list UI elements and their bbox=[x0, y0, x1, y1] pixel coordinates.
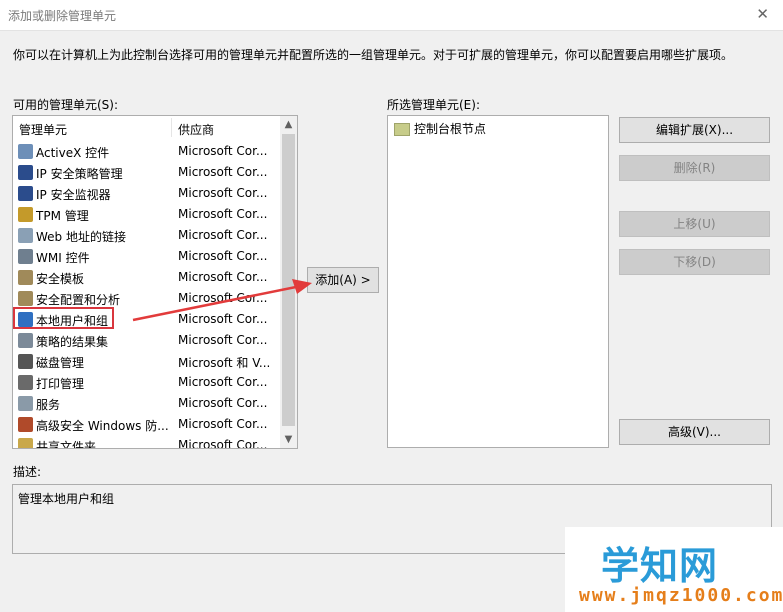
table-row[interactable]: 共享文件夹 Microsoft Cor... bbox=[13, 435, 280, 449]
snapin-vendor: Microsoft Cor... bbox=[178, 144, 268, 158]
advanced-button[interactable]: 高级(V)... bbox=[619, 419, 770, 445]
wmi-icon bbox=[18, 249, 33, 264]
ip-security-policy-icon bbox=[18, 165, 33, 180]
table-row[interactable]: 服务 Microsoft Cor... bbox=[13, 393, 280, 414]
table-row[interactable]: 磁盘管理 Microsoft 和 V... bbox=[13, 351, 280, 372]
snapin-name: IP 安全监视器 bbox=[36, 188, 111, 202]
snapin-vendor: Microsoft Cor... bbox=[178, 249, 268, 263]
snapin-vendor: Microsoft Cor... bbox=[178, 396, 268, 410]
list-rows: ActiveX 控件 Microsoft Cor... IP 安全策略管理 Micro… bbox=[13, 141, 280, 449]
snapin-vendor: Microsoft Cor... bbox=[178, 270, 268, 284]
printer-icon bbox=[18, 375, 33, 390]
table-row[interactable]: IP 安全监视器 Microsoft Cor... bbox=[13, 183, 280, 204]
snapin-name: 高级安全 Windows 防... bbox=[36, 419, 169, 433]
close-icon[interactable]: ✕ bbox=[756, 5, 769, 23]
snapin-name: Web 地址的链接 bbox=[36, 230, 126, 244]
snapin-name: WMI 控件 bbox=[36, 251, 90, 265]
snapin-vendor: Microsoft 和 V... bbox=[178, 356, 271, 370]
snapin-name: 安全配置和分析 bbox=[36, 293, 121, 307]
table-row[interactable]: 策略的结果集 Microsoft Cor... bbox=[13, 330, 280, 351]
title-bar: 添加或删除管理单元 ✕ bbox=[0, 0, 783, 31]
disk-icon bbox=[18, 354, 33, 369]
column-separator[interactable] bbox=[171, 118, 172, 137]
window-title: 添加或删除管理单元 bbox=[8, 9, 117, 23]
intro-text: 你可以在计算机上为此控制台选择可用的管理单元并配置所选的一组管理单元。对于可扩展… bbox=[13, 48, 734, 62]
table-row[interactable]: 高级安全 Windows 防... Microsoft Cor... bbox=[13, 414, 280, 435]
snapin-vendor: Microsoft Cor... bbox=[178, 291, 268, 305]
snapin-name: 打印管理 bbox=[36, 377, 85, 391]
annotation-highlight-box bbox=[13, 307, 114, 329]
scroll-thumb[interactable] bbox=[282, 134, 295, 426]
table-row[interactable]: TPM 管理 Microsoft Cor... bbox=[13, 204, 280, 225]
snapin-name: 策略的结果集 bbox=[36, 335, 109, 349]
snapin-vendor: Microsoft Cor... bbox=[178, 438, 268, 449]
firewall-icon bbox=[18, 417, 33, 432]
folder-icon bbox=[394, 123, 410, 136]
snapin-name: 服务 bbox=[36, 398, 61, 412]
snapin-vendor: Microsoft Cor... bbox=[178, 228, 268, 242]
column-header-vendor[interactable]: 供应商 bbox=[178, 121, 214, 138]
ip-security-monitor-icon bbox=[18, 186, 33, 201]
watermark-text: 学知网 bbox=[601, 544, 719, 588]
security-template-icon bbox=[18, 270, 33, 285]
security-config-icon bbox=[18, 291, 33, 306]
available-snapins-list[interactable]: 管理单元 供应商 ActiveX 控件 Microsoft Cor... IP 安全… bbox=[12, 115, 298, 449]
rsop-icon bbox=[18, 333, 33, 348]
scroll-down-icon[interactable]: ▼ bbox=[280, 431, 297, 448]
table-row[interactable]: 打印管理 Microsoft Cor... bbox=[13, 372, 280, 393]
table-row[interactable]: IP 安全策略管理 Microsoft Cor... bbox=[13, 162, 280, 183]
snapin-vendor: Microsoft Cor... bbox=[178, 417, 268, 431]
table-row[interactable]: 安全模板 Microsoft Cor... bbox=[13, 267, 280, 288]
move-up-button[interactable]: 上移(U) bbox=[619, 211, 770, 237]
add-button[interactable]: 添加(A) > bbox=[307, 267, 379, 293]
selected-snapins-list[interactable]: 控制台根节点 bbox=[387, 115, 609, 448]
snapin-vendor: Microsoft Cor... bbox=[178, 312, 268, 326]
snapin-name: TPM 管理 bbox=[36, 209, 89, 223]
snapin-vendor: Microsoft Cor... bbox=[178, 333, 268, 347]
description-label: 描述: bbox=[13, 465, 42, 479]
list-header: 管理单元 供应商 bbox=[13, 116, 280, 139]
snapin-name: ActiveX 控件 bbox=[36, 146, 110, 160]
scroll-up-icon[interactable]: ▲ bbox=[280, 116, 297, 133]
table-row[interactable]: Web 地址的链接 Microsoft Cor... bbox=[13, 225, 280, 246]
table-row[interactable]: ActiveX 控件 Microsoft Cor... bbox=[13, 141, 280, 162]
snapin-name: 安全模板 bbox=[36, 272, 85, 286]
tpm-icon bbox=[18, 207, 33, 222]
snapin-vendor: Microsoft Cor... bbox=[178, 186, 268, 200]
list-scrollbar[interactable]: ▲ ▼ bbox=[280, 116, 297, 448]
snapin-vendor: Microsoft Cor... bbox=[178, 375, 268, 389]
console-root-label: 控制台根节点 bbox=[414, 122, 487, 136]
web-link-icon bbox=[18, 228, 33, 243]
services-icon bbox=[18, 396, 33, 411]
column-header-name[interactable]: 管理单元 bbox=[19, 121, 67, 138]
description-text: 管理本地用户和组 bbox=[18, 492, 115, 506]
watermark-url: www.jmqz1000.com bbox=[579, 585, 783, 606]
list-item[interactable]: 控制台根节点 bbox=[394, 120, 486, 137]
remove-button[interactable]: 删除(R) bbox=[619, 155, 770, 181]
watermark-logo: 学知网 www.jmqz1000.com bbox=[565, 527, 783, 612]
available-snapins-label: 可用的管理单元(S): bbox=[13, 98, 119, 112]
snapin-vendor: Microsoft Cor... bbox=[178, 165, 268, 179]
activex-icon bbox=[18, 144, 33, 159]
shared-folder-icon bbox=[18, 438, 33, 448]
selected-snapins-label: 所选管理单元(E): bbox=[387, 98, 480, 112]
move-down-button[interactable]: 下移(D) bbox=[619, 249, 770, 275]
snapin-name: IP 安全策略管理 bbox=[36, 167, 123, 181]
snapin-name: 共享文件夹 bbox=[36, 440, 97, 449]
snapin-name: 磁盘管理 bbox=[36, 356, 85, 370]
table-row[interactable]: WMI 控件 Microsoft Cor... bbox=[13, 246, 280, 267]
table-row[interactable]: 安全配置和分析 Microsoft Cor... bbox=[13, 288, 280, 309]
edit-extensions-button[interactable]: 编辑扩展(X)... bbox=[619, 117, 770, 143]
snapin-vendor: Microsoft Cor... bbox=[178, 207, 268, 221]
